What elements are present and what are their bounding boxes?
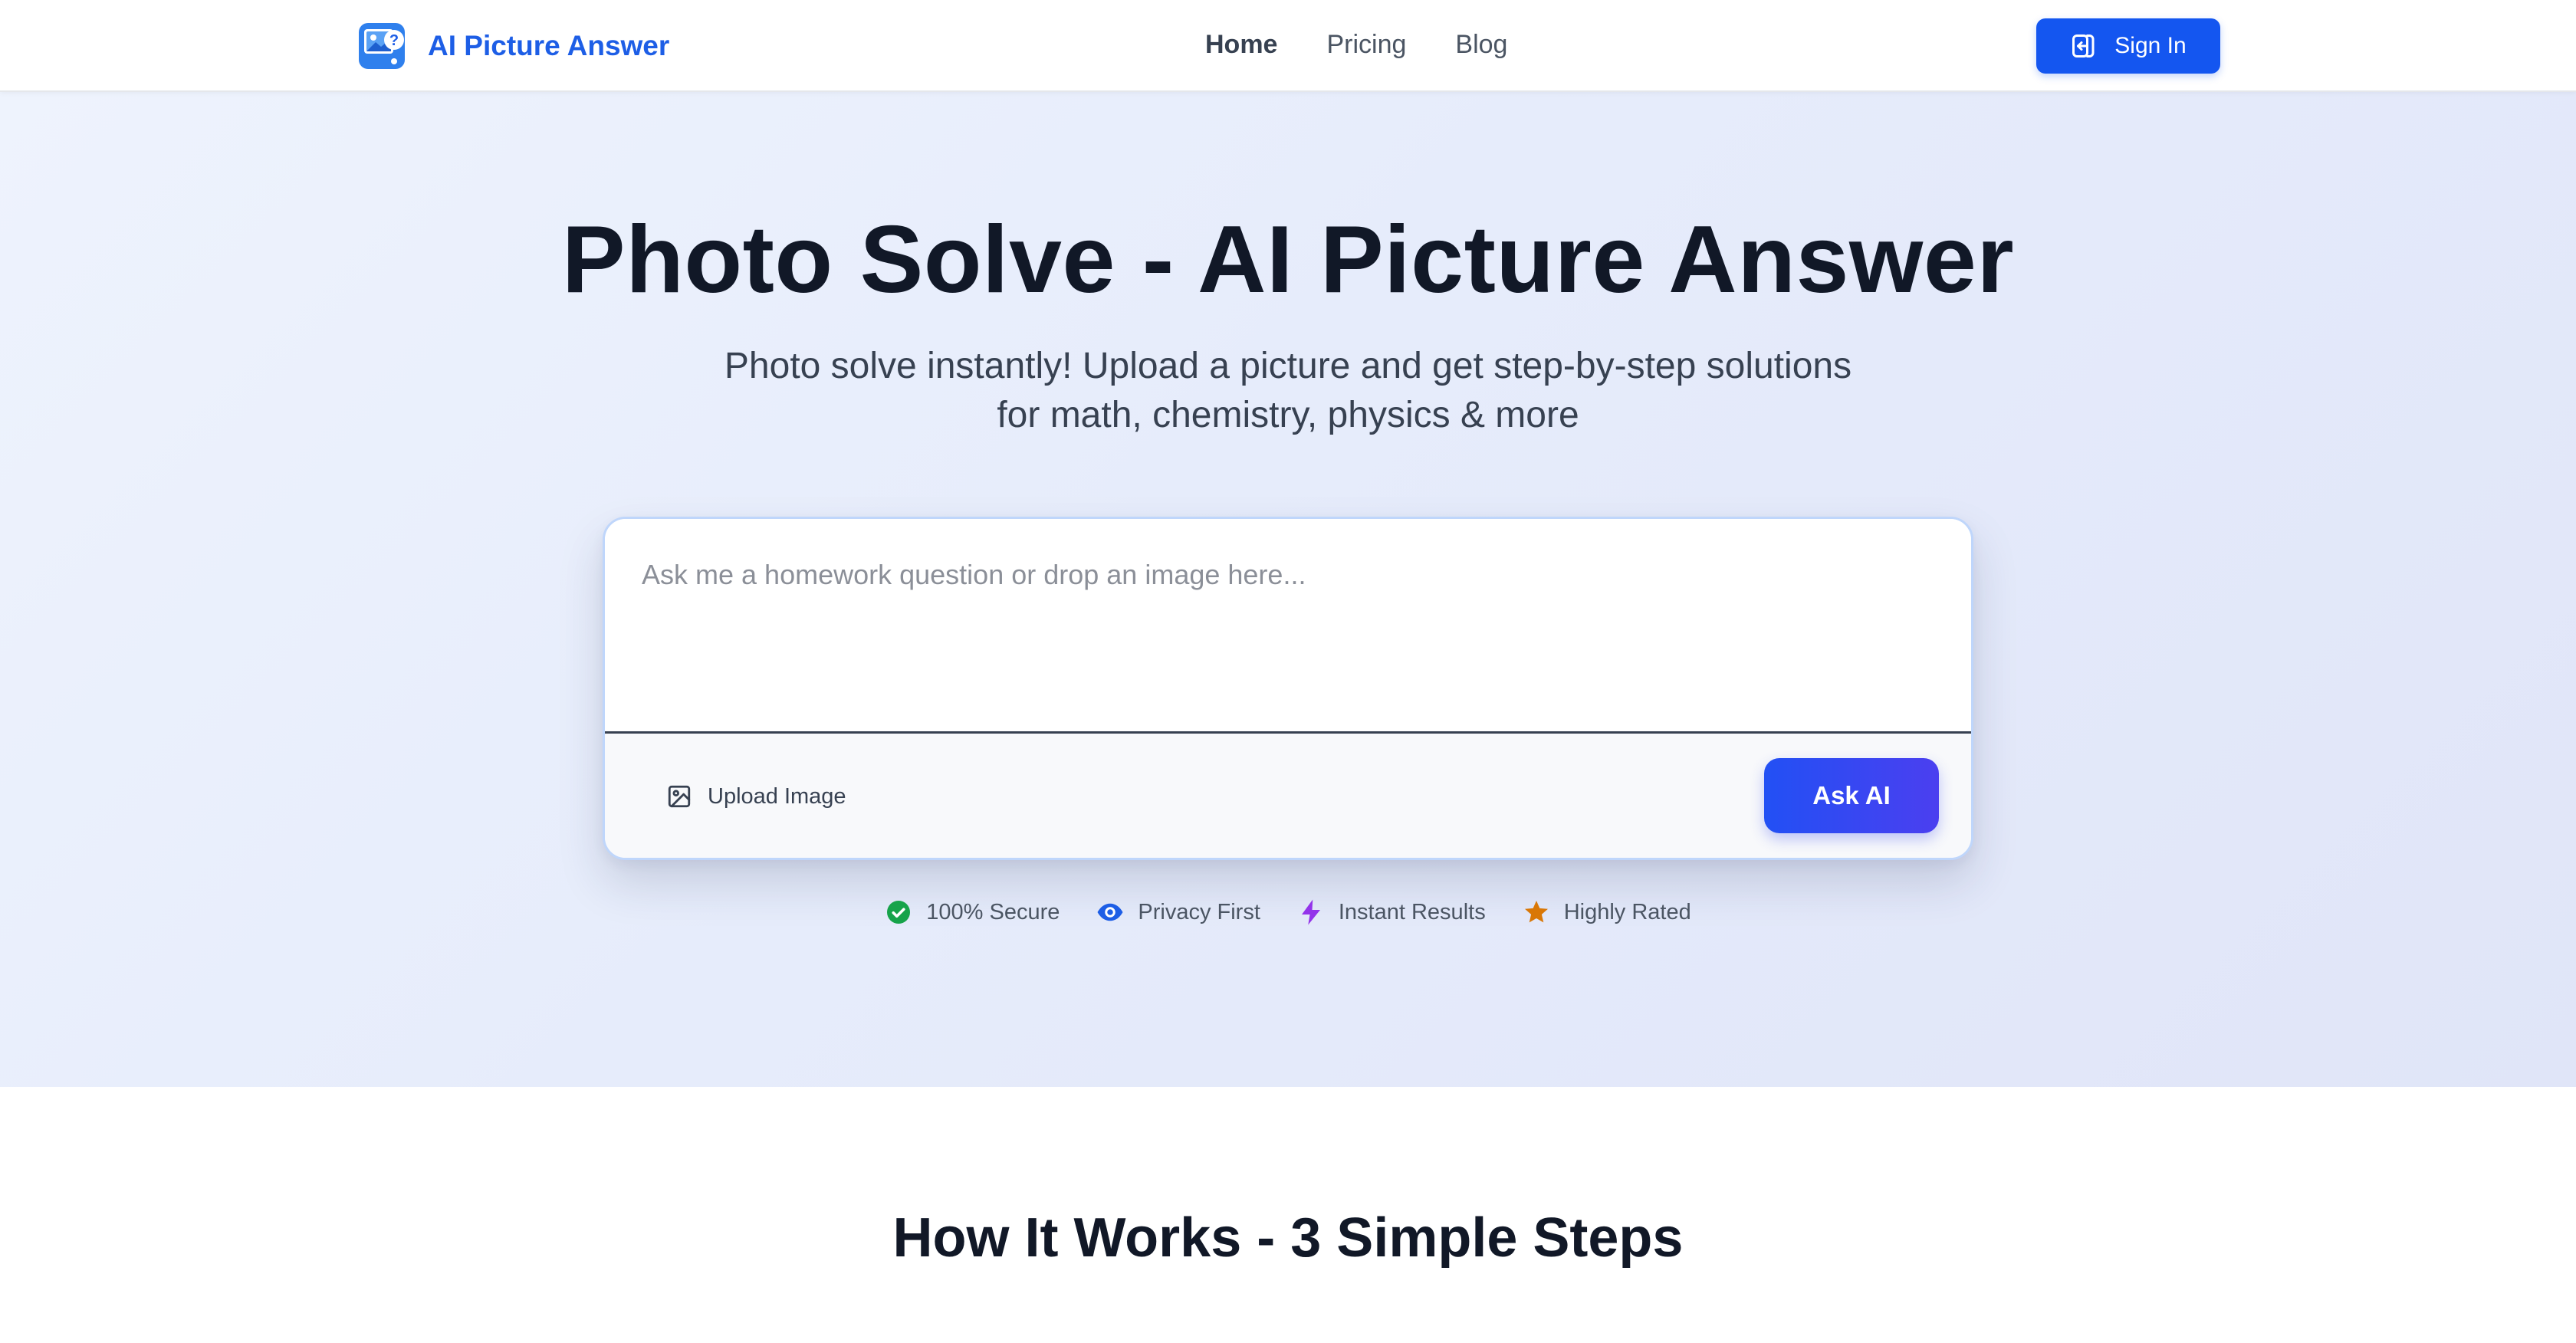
hero-subtitle-line-1: Photo solve instantly! Upload a picture … <box>724 346 1852 386</box>
star-icon <box>1524 901 1548 923</box>
nav-pricing[interactable]: Pricing <box>1326 30 1406 60</box>
badge-privacy: Privacy First <box>1096 898 1260 926</box>
sign-in-button[interactable]: Sign In <box>2036 18 2220 74</box>
badge-rated-label: Highly Rated <box>1563 899 1691 924</box>
badge-rated: Highly Rated <box>1523 898 1691 926</box>
hero-subtitle-line-2: for math, chemistry, physics & more <box>997 395 1579 435</box>
badge-privacy-label: Privacy First <box>1138 899 1260 924</box>
ask-card: Upload Image Ask AI <box>603 517 1973 860</box>
svg-text:?: ? <box>389 32 399 49</box>
check-circle-icon <box>887 901 911 924</box>
page-title: Photo Solve - AI Picture Answer <box>561 207 2015 313</box>
how-it-works-title: How It Works - 3 Simple Steps <box>892 1207 1684 1269</box>
main-nav: Home Pricing Blog <box>1205 0 1507 89</box>
badge-instant-label: Instant Results <box>1338 899 1486 924</box>
ask-card-footer: Upload Image Ask AI <box>605 734 1971 858</box>
how-it-works-section: How It Works - 3 Simple Steps <box>0 1087 2576 1343</box>
picture-question-icon: ? <box>359 23 405 69</box>
hero-subtitle: Photo solve instantly! Upload a picture … <box>675 342 1901 440</box>
bolt-icon <box>1301 899 1320 925</box>
eye-icon <box>1097 903 1123 921</box>
hero-section: Photo Solve - AI Picture Answer Photo so… <box>0 92 2576 1087</box>
badge-instant: Instant Results <box>1297 898 1486 926</box>
question-input[interactable] <box>605 519 1971 734</box>
upload-image-label: Upload Image <box>708 783 846 809</box>
upload-image-button[interactable]: Upload Image <box>666 773 846 819</box>
image-icon <box>668 785 691 808</box>
ask-ai-button[interactable]: Ask AI <box>1764 758 1939 833</box>
sign-in-icon <box>2072 34 2095 57</box>
badge-secure-label: 100% Secure <box>926 899 1060 924</box>
brand-name: AI Picture Answer <box>428 30 670 61</box>
nav-blog[interactable]: Blog <box>1455 30 1507 60</box>
sign-in-label: Sign In <box>2114 33 2187 58</box>
nav-home[interactable]: Home <box>1205 30 1277 60</box>
badge-secure: 100% Secure <box>885 898 1060 926</box>
brand-link[interactable]: ? AI Picture Answer <box>357 21 669 71</box>
trust-badges: 100% Secure Privacy First Instant Result… <box>0 889 2576 935</box>
site-header: ? AI Picture Answer Home Pricing Blog Si… <box>0 0 2576 92</box>
